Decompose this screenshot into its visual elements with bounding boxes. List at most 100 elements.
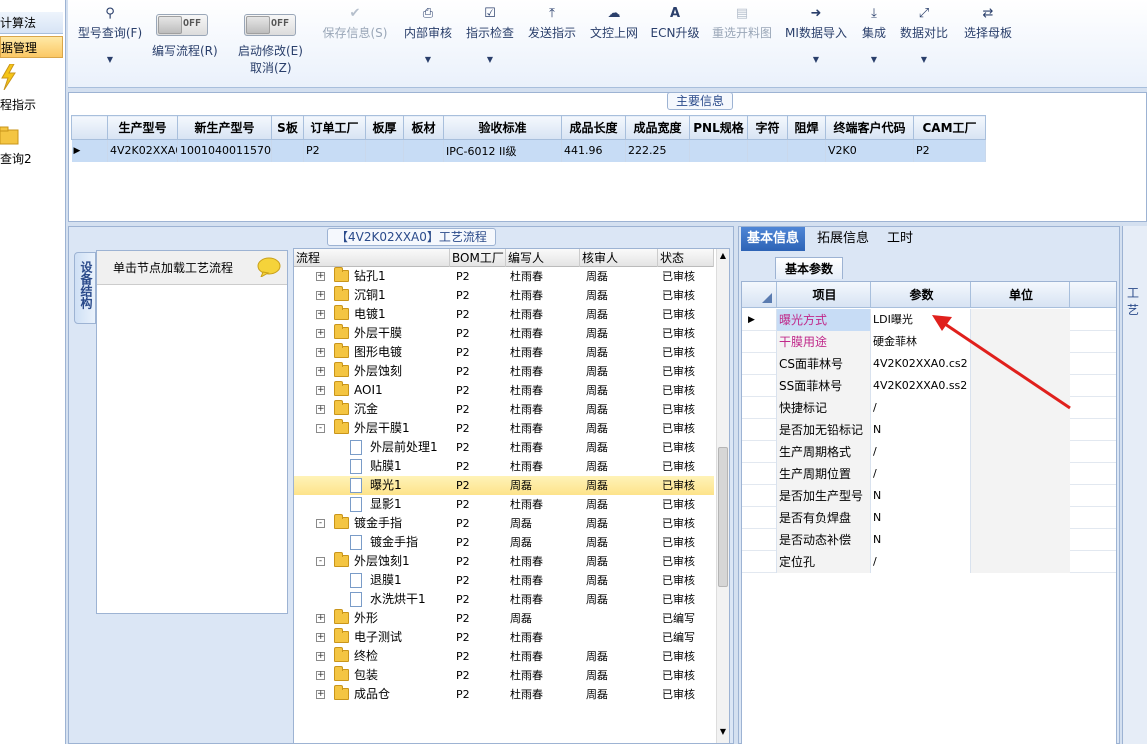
- col-header-0[interactable]: 生产型号: [107, 115, 178, 140]
- col-header-9[interactable]: PNL规格: [689, 115, 748, 140]
- expand-icon[interactable]: +: [316, 329, 325, 338]
- expand-icon[interactable]: +: [316, 310, 325, 319]
- param-cell-value[interactable]: N: [870, 485, 970, 507]
- tab-extended-info[interactable]: 拓展信息: [811, 227, 875, 251]
- expand-icon[interactable]: +: [316, 348, 325, 357]
- lightning-icon[interactable]: [0, 63, 16, 91]
- expand-icon[interactable]: +: [316, 291, 325, 300]
- tree-row[interactable]: + 沉铜1 P2 杜雨春 周磊 已审核: [294, 286, 714, 305]
- mi-import-button[interactable]: ➜ MI数据导入 ▼: [784, 4, 848, 80]
- folder-open-icon[interactable]: [0, 124, 20, 146]
- scroll-thumb[interactable]: [718, 447, 728, 587]
- tree-row[interactable]: + 外层蚀刻 P2 杜雨春 周磊 已审核: [294, 362, 714, 381]
- col-header-11[interactable]: 阻焊: [787, 115, 826, 140]
- nav-item-data-manage[interactable]: 据管理: [0, 36, 63, 58]
- expand-icon[interactable]: +: [316, 633, 325, 642]
- param-cell-value[interactable]: N: [870, 419, 970, 441]
- param-row[interactable]: 生产周期格式 /: [742, 441, 1116, 463]
- expand-icon[interactable]: +: [316, 690, 325, 699]
- tree-row[interactable]: + 包装 P2 杜雨春 周磊 已审核: [294, 666, 714, 685]
- table-row[interactable]: ▶ 4V2K02XXA0 10010400115708 P2 IPC-6012 II级 4…: [71, 139, 986, 162]
- table-cell-1[interactable]: 10010400115708: [177, 139, 272, 162]
- table-cell-11[interactable]: [787, 139, 826, 162]
- tree-row[interactable]: + 电子测试 P2 杜雨春 已编写: [294, 628, 714, 647]
- tab-basic-info[interactable]: 基本信息: [741, 227, 806, 251]
- table-cell-5[interactable]: [403, 139, 444, 162]
- table-cell-9[interactable]: [689, 139, 748, 162]
- table-cell-13[interactable]: P2: [913, 139, 986, 162]
- param-cell-value[interactable]: /: [870, 463, 970, 485]
- tree-row[interactable]: 水洗烘干1 P2 杜雨春 周磊 已审核: [294, 590, 714, 609]
- tree-row[interactable]: 镀金手指 P2 周磊 周磊 已审核: [294, 533, 714, 552]
- expand-icon[interactable]: +: [316, 671, 325, 680]
- table-cell-2[interactable]: [271, 139, 304, 162]
- expand-icon[interactable]: +: [316, 652, 325, 661]
- param-cell-value[interactable]: N: [870, 507, 970, 529]
- tree-row[interactable]: + 成品仓 P2 杜雨春 周磊 已审核: [294, 685, 714, 704]
- col-header-13[interactable]: CAM工厂: [913, 115, 986, 140]
- tree-row[interactable]: + 图形电镀 P2 杜雨春 周磊 已审核: [294, 343, 714, 362]
- col-header-12[interactable]: 终端客户代码: [825, 115, 914, 140]
- table-cell-7[interactable]: 441.96: [561, 139, 626, 162]
- param-cell-value[interactable]: /: [870, 441, 970, 463]
- chevron-down-icon[interactable]: ▼: [402, 55, 454, 64]
- col-flow-header[interactable]: 流程: [294, 249, 450, 267]
- tree-row[interactable]: + AOI1 P2 杜雨春 周磊 已审核: [294, 381, 714, 400]
- col-header-8[interactable]: 成品宽度: [625, 115, 690, 140]
- collapse-icon[interactable]: -: [316, 424, 325, 433]
- table-cell-8[interactable]: 222.25: [625, 139, 690, 162]
- integrate-button[interactable]: ⤓ 集成 ▼: [856, 4, 892, 80]
- equipment-structure-tab[interactable]: 设备结构: [74, 252, 96, 324]
- tree-scrollbar[interactable]: ▲ ▼: [716, 249, 729, 743]
- table-cell-3[interactable]: P2: [303, 139, 366, 162]
- col-status-header[interactable]: 状态: [658, 249, 714, 267]
- param-row[interactable]: 是否动态补偿 N: [742, 529, 1116, 551]
- scroll-up-icon[interactable]: ▲: [718, 251, 728, 261]
- chevron-down-icon[interactable]: ▼: [856, 55, 892, 64]
- chevron-down-icon[interactable]: ▼: [784, 55, 848, 64]
- col-header-10[interactable]: 字符: [747, 115, 788, 140]
- param-row[interactable]: 定位孔 /: [742, 551, 1116, 573]
- col-header-5[interactable]: 板材: [403, 115, 444, 140]
- tree-row[interactable]: - 镀金手指 P2 周磊 周磊 已审核: [294, 514, 714, 533]
- col-header-2[interactable]: S板: [271, 115, 304, 140]
- col-bom-header[interactable]: BOM工厂: [450, 249, 506, 267]
- write-flow-toggle[interactable]: OFF: [156, 14, 208, 36]
- tab-work-hours[interactable]: 工时: [881, 227, 919, 251]
- tree-row[interactable]: + 电镀1 P2 杜雨春 周磊 已审核: [294, 305, 714, 324]
- table-cell-10[interactable]: [747, 139, 788, 162]
- tab-basic-params[interactable]: 基本参数: [775, 257, 843, 279]
- start-edit-toggle[interactable]: OFF: [244, 14, 296, 36]
- col-reviewer-header[interactable]: 核审人: [580, 249, 658, 267]
- param-row[interactable]: 是否有负焊盘 N: [742, 507, 1116, 529]
- tree-row[interactable]: + 沉金 P2 杜雨春 周磊 已审核: [294, 400, 714, 419]
- param-row[interactable]: 是否加无铅标记 N: [742, 419, 1116, 441]
- nav-item-instruction[interactable]: 程指示: [0, 96, 36, 113]
- doc-online-button[interactable]: ☁ 文控上网: [588, 4, 640, 80]
- col-writer-header[interactable]: 编写人: [506, 249, 580, 267]
- send-instruction-button[interactable]: ⤒ 发送指示: [526, 4, 578, 80]
- scroll-down-icon[interactable]: ▼: [718, 727, 728, 737]
- tree-row[interactable]: - 外层蚀刻1 P2 杜雨春 周磊 已审核: [294, 552, 714, 571]
- instruction-check-button[interactable]: ☑ 指示检查 ▼: [464, 4, 516, 80]
- tree-row[interactable]: + 钻孔1 P2 杜雨春 周磊 已审核: [294, 267, 714, 286]
- table-cell-6[interactable]: IPC-6012 II级: [443, 139, 562, 162]
- tree-row[interactable]: 外层前处理1 P2 杜雨春 周磊 已审核: [294, 438, 714, 457]
- model-query-button[interactable]: ⚲ 型号查询(F) ▼: [74, 4, 146, 80]
- col-header-3[interactable]: 订单工厂: [303, 115, 366, 140]
- collapse-icon[interactable]: -: [316, 519, 325, 528]
- col-header-6[interactable]: 验收标准: [443, 115, 562, 140]
- nav-item-query2[interactable]: 查询2: [0, 150, 32, 167]
- expand-icon[interactable]: +: [316, 367, 325, 376]
- col-header-7[interactable]: 成品长度: [561, 115, 626, 140]
- col-item-header[interactable]: 项目: [776, 282, 870, 308]
- tree-row[interactable]: 曝光1 P2 周磊 周磊 已审核: [294, 476, 714, 495]
- cancel-edit-button[interactable]: 取消(Z): [250, 59, 292, 76]
- col-header-1[interactable]: 新生产型号: [177, 115, 272, 140]
- expand-icon[interactable]: +: [316, 614, 325, 623]
- internal-review-button[interactable]: ⎙ 内部审核 ▼: [402, 4, 454, 80]
- chevron-down-icon[interactable]: ▼: [74, 55, 146, 64]
- table-cell-12[interactable]: V2K0: [825, 139, 914, 162]
- select-mother-board-button[interactable]: ⇄ 选择母板: [960, 4, 1016, 80]
- expand-icon[interactable]: +: [316, 405, 325, 414]
